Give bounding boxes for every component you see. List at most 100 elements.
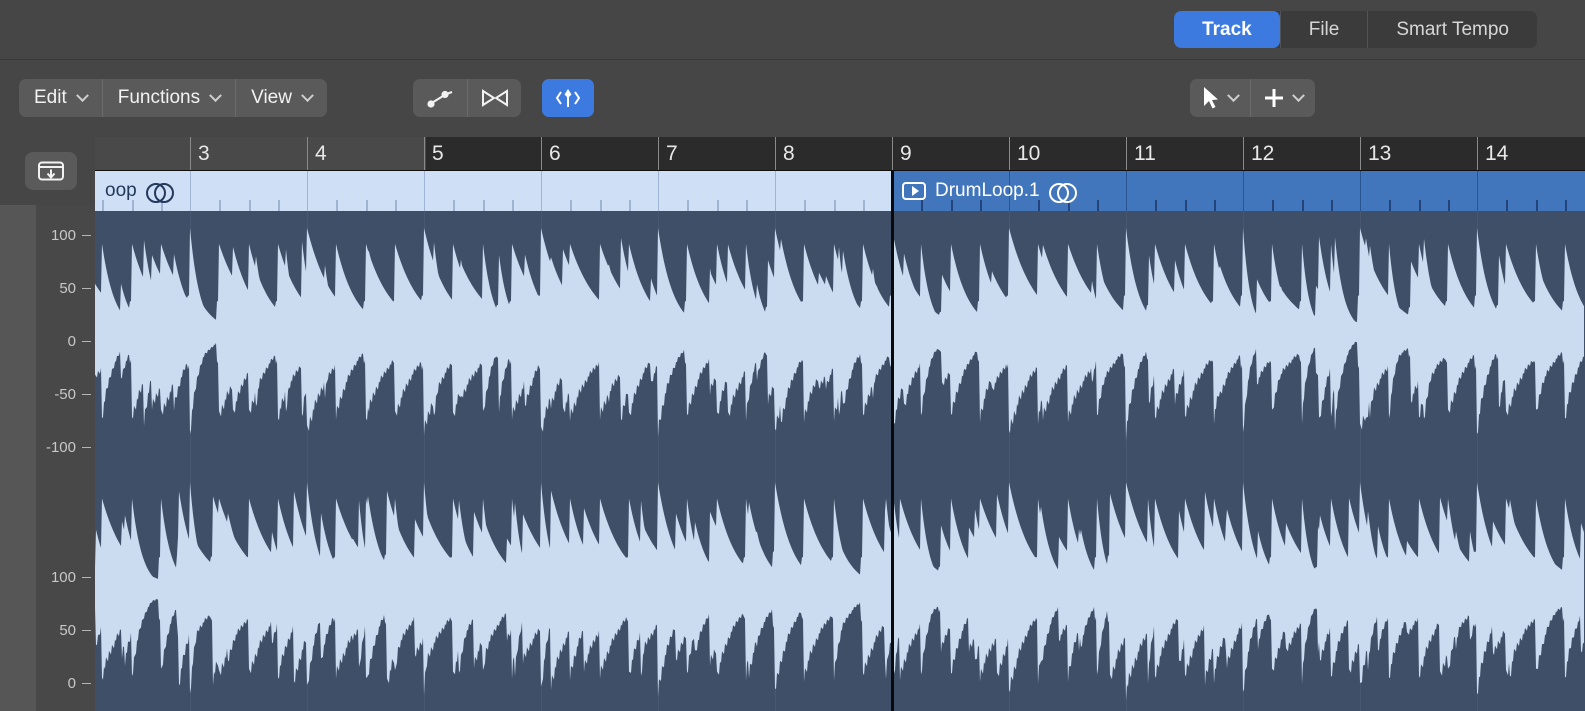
- region-beat-tick: [717, 200, 719, 211]
- region-header-drumloop-1[interactable]: DrumLoop.1: [892, 171, 1585, 211]
- scale-tick-mark: [82, 447, 91, 448]
- play-icon[interactable]: [902, 182, 926, 200]
- region-beat-tick: [863, 200, 865, 211]
- collapse-track-button[interactable]: [25, 152, 77, 190]
- ruler-bar-11: 11: [1126, 137, 1156, 171]
- marquee-tool-icon: [1263, 87, 1285, 109]
- region-beat-tick: [1185, 200, 1187, 211]
- region-bar-line: [307, 171, 308, 211]
- region-beat-tick: [570, 200, 572, 211]
- region-beat-tick: [366, 200, 368, 211]
- menu-label: View: [251, 87, 292, 109]
- left-channel-waveform: [95, 217, 1585, 447]
- chevron-down-icon: [209, 89, 222, 102]
- region-beat-tick: [1536, 200, 1538, 211]
- flex-pitch-button[interactable]: [413, 79, 467, 117]
- transient-markers-icon: [554, 87, 582, 109]
- region-beat-tick: [512, 200, 514, 211]
- ruler-bar-12: 12: [1243, 137, 1274, 171]
- ruler-bar-7: 7: [658, 137, 678, 171]
- region-beat-tick: [1565, 200, 1567, 211]
- ruler-bar-13: 13: [1360, 137, 1391, 171]
- editor-toolbar: Edit Functions View: [0, 60, 1585, 137]
- audio-track-editor: TrackFileSmart Tempo Edit Functions View: [0, 0, 1585, 711]
- region-boundary-divider: [891, 171, 894, 711]
- scale-tick-mark: [82, 235, 91, 236]
- region-bar-line: [541, 171, 542, 211]
- region-name-label: DrumLoop.1: [935, 180, 1040, 202]
- editor-top-bar: TrackFileSmart Tempo: [0, 0, 1585, 60]
- region-beat-tick: [1302, 200, 1304, 211]
- menu-functions[interactable]: Functions: [102, 79, 235, 117]
- region-beat-tick: [1272, 200, 1274, 211]
- region-bar-line: [1243, 171, 1244, 211]
- flex-time-icon: [480, 88, 510, 108]
- left-channel-tick-0: 0: [36, 333, 95, 349]
- tab-smart-tempo[interactable]: Smart Tempo: [1367, 11, 1537, 48]
- left-channel-tick-neg50: -50: [36, 386, 95, 402]
- region-name-label: oop: [105, 180, 137, 202]
- ruler-bar-4: 4: [307, 137, 327, 171]
- scale-tick-mark: [82, 577, 91, 578]
- marquee-tool-button[interactable]: [1250, 79, 1315, 117]
- chevron-down-icon: [1227, 89, 1240, 102]
- edit-mode-button-group: [413, 79, 521, 117]
- region-beat-tick: [1448, 200, 1450, 211]
- region-bar-line: [190, 171, 191, 211]
- transient-markers-button[interactable]: [542, 79, 594, 117]
- left-channel-tick-100: 100: [36, 227, 95, 243]
- scale-tick-label: 100: [51, 569, 76, 586]
- menu-edit[interactable]: Edit: [19, 79, 102, 117]
- region-beat-tick: [687, 200, 689, 211]
- region-bar-line: [1477, 171, 1478, 211]
- scale-tick-label: 50: [59, 280, 76, 297]
- ruler-bar-14: 14: [1477, 137, 1508, 171]
- flex-time-button[interactable]: [467, 79, 521, 117]
- region-bar-line: [658, 171, 659, 211]
- region-beat-tick: [102, 200, 104, 211]
- region-bar-line: [775, 171, 776, 211]
- tab-track[interactable]: Track: [1174, 11, 1280, 48]
- tool-selector-group: [1190, 79, 1315, 117]
- chevron-down-icon: [76, 89, 89, 102]
- region-beat-tick: [219, 200, 221, 211]
- scale-tick-label: 50: [59, 622, 76, 639]
- waveform-canvas[interactable]: oop DrumLoop.1: [95, 171, 1585, 711]
- bar-ruler[interactable]: 234567891011121314: [95, 137, 1585, 171]
- region-beat-tick: [746, 200, 748, 211]
- ruler-bar-5: 5: [424, 137, 444, 171]
- region-beat-tick: [1506, 200, 1508, 211]
- pointer-tool-icon: [1202, 86, 1220, 110]
- region-beat-tick: [1389, 200, 1391, 211]
- right-channel-tick-100: 100: [36, 569, 95, 585]
- tab-file[interactable]: File: [1280, 11, 1368, 48]
- right-channel-tick-50: 50: [36, 622, 95, 638]
- region-title: oop: [105, 171, 172, 211]
- amplitude-scale-column: 100500-50-100100500-50-100: [36, 137, 95, 711]
- right-channel-waveform: [95, 471, 1585, 707]
- region-beat-tick: [1419, 200, 1421, 211]
- chevron-down-icon: [301, 89, 314, 102]
- ruler-bar-8: 8: [775, 137, 795, 171]
- region-beat-tick: [336, 200, 338, 211]
- flex-pitch-icon: [426, 88, 454, 108]
- region-bar-line: [1360, 171, 1361, 211]
- region-beat-tick: [804, 200, 806, 211]
- scale-tick-mark: [82, 683, 91, 684]
- menu-view[interactable]: View: [235, 79, 327, 117]
- scale-tick-label: 0: [68, 333, 76, 350]
- ruler-bar-10: 10: [1009, 137, 1040, 171]
- region-bar-line: [424, 171, 425, 211]
- stereo-icon: [146, 183, 172, 200]
- region-title: DrumLoop.1: [902, 171, 1075, 211]
- region-header-drumloop[interactable]: oop: [95, 171, 892, 211]
- region-bar-line: [1126, 171, 1127, 211]
- region-beat-tick: [395, 200, 397, 211]
- region-beat-tick: [249, 200, 251, 211]
- pointer-tool-button[interactable]: [1190, 79, 1250, 117]
- menu-label: Functions: [118, 87, 200, 109]
- editor-mode-segmented-control[interactable]: TrackFileSmart Tempo: [1174, 11, 1537, 48]
- ruler-bar-3: 3: [190, 137, 210, 171]
- left-channel-tick-50: 50: [36, 280, 95, 296]
- scale-tick-mark: [82, 288, 91, 289]
